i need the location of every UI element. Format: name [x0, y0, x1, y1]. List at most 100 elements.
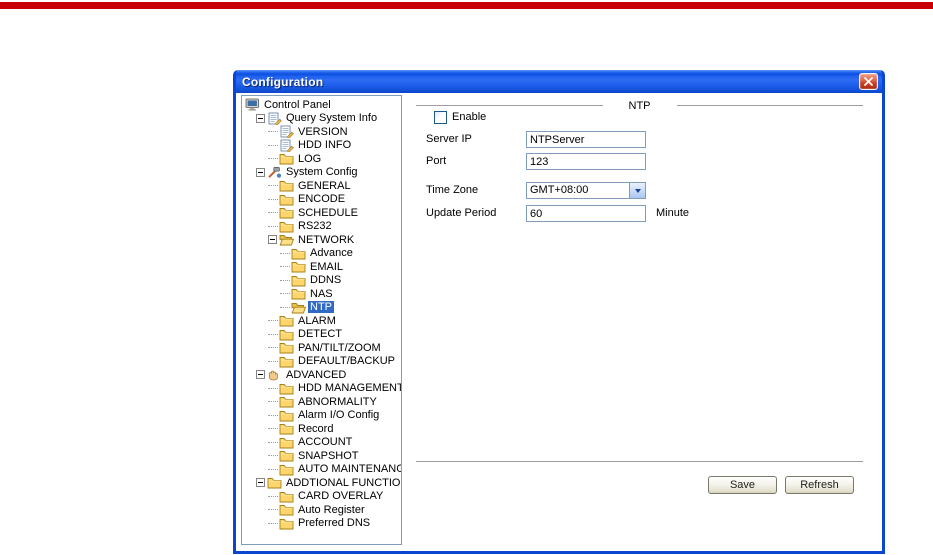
tree-item-label: NETWORK	[298, 233, 355, 246]
tree-item-ddns[interactable]: DDNS	[242, 274, 401, 288]
folder-icon	[279, 449, 294, 462]
config-tree[interactable]: Control Panel Query System Info VERSION HDD…	[241, 95, 402, 545]
tree-item-addtional-function[interactable]: ADDTIONAL FUNCTION	[242, 476, 401, 490]
notes-icon	[279, 125, 294, 139]
tree-item-account[interactable]: ACCOUNT	[242, 436, 401, 450]
folder-icon	[279, 463, 294, 476]
folder-icon	[279, 341, 294, 354]
tree-item-label: DEFAULT/BACKUP	[298, 355, 395, 368]
tree-connector	[268, 522, 278, 524]
tree-item-schedule[interactable]: SCHEDULE	[242, 206, 401, 220]
tree-item-label: NTP	[308, 301, 334, 314]
tree-item-auto-register[interactable]: Auto Register	[242, 503, 401, 517]
tree-connector	[268, 212, 278, 214]
tree-expander-minus-icon[interactable]	[256, 478, 265, 488]
tree-item-label: NAS	[310, 287, 333, 300]
tree-item-ntp[interactable]: NTP	[242, 301, 401, 315]
window-titlebar[interactable]: Configuration	[236, 70, 882, 93]
tree-item-label: ALARM	[298, 314, 336, 327]
tree-item-label: EMAIL	[310, 260, 344, 273]
tree-item-control-panel[interactable]: Control Panel	[242, 98, 401, 112]
tree-connector	[268, 387, 278, 389]
tree-item-query-system-info[interactable]: Query System Info	[242, 112, 401, 126]
tree-connector	[268, 441, 278, 443]
tree-item-network[interactable]: NETWORK	[242, 233, 401, 247]
folder-icon	[279, 382, 294, 395]
time-zone-select[interactable]: GMT+08:00	[526, 182, 646, 199]
tree-connector	[268, 320, 278, 322]
folder-icon	[279, 409, 294, 422]
tree-item-system-config[interactable]: System Config	[242, 166, 401, 180]
tree-item-label: Advance	[310, 247, 353, 260]
folder-icon	[291, 274, 306, 287]
tree-item-alarm-i-o-config[interactable]: Alarm I/O Config	[242, 409, 401, 423]
tree-connector	[280, 293, 290, 295]
tree-item-hdd-management[interactable]: HDD MANAGEMENT	[242, 382, 401, 396]
tree-item-preferred-dns[interactable]: Preferred DNS	[242, 517, 401, 531]
folder-icon	[291, 287, 306, 300]
tree-item-snapshot[interactable]: SNAPSHOT	[242, 449, 401, 463]
tree-item-nas[interactable]: NAS	[242, 287, 401, 301]
tree-item-version[interactable]: VERSION	[242, 125, 401, 139]
enable-checkbox[interactable]	[434, 111, 447, 124]
notes-icon	[267, 112, 282, 125]
tree-connector	[268, 360, 278, 362]
header-rule-right	[676, 105, 863, 107]
tools-icon	[267, 166, 282, 179]
tree-connector	[280, 279, 290, 281]
tree-item-label: HDD INFO	[298, 139, 352, 152]
tree-connector	[280, 306, 290, 308]
folder-icon	[279, 328, 294, 341]
tree-item-default-backup[interactable]: DEFAULT/BACKUP	[242, 355, 401, 369]
tree-item-label: DETECT	[298, 328, 342, 341]
folder-icon	[279, 179, 294, 192]
tree-item-hdd-info[interactable]: HDD INFO	[242, 139, 401, 153]
computer-icon	[245, 98, 260, 111]
dropdown-arrow-button[interactable]	[629, 183, 645, 198]
tree-item-label: ACCOUNT	[298, 436, 353, 449]
folder-icon	[279, 152, 294, 165]
folder-icon	[279, 422, 294, 435]
port-input[interactable]	[526, 153, 646, 170]
tree-item-record[interactable]: Record	[242, 422, 401, 436]
tree-item-card-overlay[interactable]: CARD OVERLAY	[242, 490, 401, 504]
close-button[interactable]	[859, 73, 878, 90]
folder-icon	[291, 260, 306, 273]
tree-item-auto-maintenance[interactable]: AUTO MAINTENANCE	[242, 463, 401, 477]
tree-expander-minus-icon[interactable]	[268, 235, 277, 245]
tree-connector	[268, 401, 278, 403]
folder-icon	[291, 247, 306, 260]
folder-icon	[279, 517, 294, 530]
update-period-unit: Minute	[656, 207, 690, 219]
server-ip-input[interactable]	[526, 131, 646, 148]
tree-item-rs232[interactable]: RS232	[242, 220, 401, 234]
notes-icon	[279, 139, 294, 152]
refresh-button[interactable]: Refresh	[785, 476, 854, 494]
update-period-input[interactable]	[526, 205, 646, 222]
enable-label: Enable	[452, 111, 487, 123]
tree-item-encode[interactable]: ENCODE	[242, 193, 401, 207]
tree-item-label: RS232	[298, 220, 332, 233]
tree-item-label: VERSION	[298, 125, 348, 138]
window-title: Configuration	[242, 74, 324, 89]
tree-item-log[interactable]: LOG	[242, 152, 401, 166]
tree-item-alarm[interactable]: ALARM	[242, 314, 401, 328]
tree-expander-minus-icon[interactable]	[256, 370, 265, 380]
tree-item-label: HDD MANAGEMENT	[298, 382, 402, 395]
tree-item-advance[interactable]: Advance	[242, 247, 401, 261]
folder-icon	[279, 395, 294, 408]
save-button[interactable]: Save	[708, 476, 777, 494]
tree-expander-minus-icon[interactable]	[256, 167, 265, 177]
tree-item-advanced[interactable]: ADVANCED	[242, 368, 401, 382]
folder-open-icon	[291, 301, 306, 314]
tree-expander-minus-icon[interactable]	[256, 113, 265, 123]
server-ip-label: Server IP	[426, 133, 472, 145]
folder-icon	[279, 220, 294, 233]
tree-item-pan-tilt-zoom[interactable]: PAN/TILT/ZOOM	[242, 341, 401, 355]
tree-item-abnormality[interactable]: ABNORMALITY	[242, 395, 401, 409]
tree-item-email[interactable]: EMAIL	[242, 260, 401, 274]
tree-item-general[interactable]: GENERAL	[242, 179, 401, 193]
tree-connector	[268, 495, 278, 497]
tree-connector	[268, 468, 278, 470]
tree-item-detect[interactable]: DETECT	[242, 328, 401, 342]
